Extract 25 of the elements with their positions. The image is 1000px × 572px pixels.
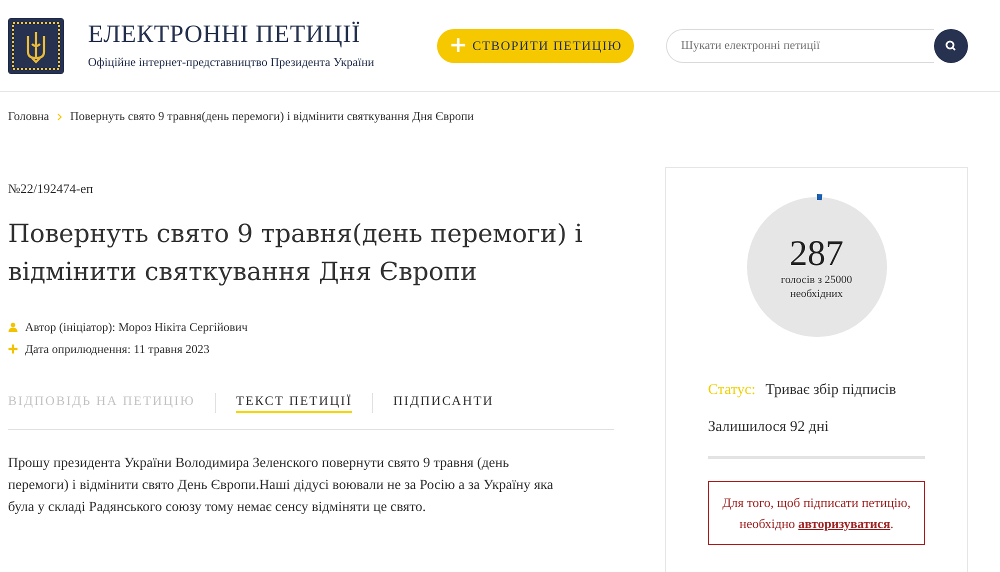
chevron-icon (57, 112, 62, 120)
breadcrumb-current: Повернуть свято 9 травня(день перемоги) і відмінити святкування Дня Європи (70, 109, 474, 124)
vote-caption: голосів з 25000 необхідних (780, 273, 854, 301)
tab[interactable]: ТЕКСТ ПЕТИЦІЇ (236, 393, 352, 413)
remaining-days: Залишилося 92 дні (708, 419, 925, 436)
plus-icon (8, 344, 18, 354)
auth-notice: Для того, щоб підписати петицію, необхідно авторизуватися. (708, 481, 925, 545)
search-icon[interactable] (934, 28, 968, 62)
create-petition-button[interactable]: + СТВОРИТИ ПЕТИЦІЮ (437, 28, 634, 62)
site-subtitle: Офіційне інтернет-представництво Президента України (88, 55, 374, 70)
petition-number: №22/192474-еп (8, 181, 94, 197)
tab[interactable]: ПІДПИСАНТИ (393, 393, 494, 413)
auth-link[interactable]: авторизуватися (798, 516, 890, 531)
search-field[interactable]: Шукати електронні петиції (666, 28, 934, 62)
trident-logo-icon[interactable] (8, 18, 64, 74)
person-icon (8, 322, 18, 332)
petition-text: Прошу президента України Володимира Зеленского повернути свято 9 травня (день перемоги) і відмінити свято День Європи.Наші дідусі воювали не за Росію а за Україну яка була у складі Радянського союзу тому немає сенсу відміняти це свято. (8, 455, 554, 517)
site-title: ЕЛЕКТРОННІ ПЕТИЦІЇ (88, 21, 362, 49)
meta-text: Автор (ініціатор): Мороз Нікіта Сергійович (25, 320, 248, 334)
status-value: Триває збір підписів (766, 382, 896, 399)
status-label: Статус: (708, 382, 756, 399)
meta-text: Дата оприлюднення: 11 травня 2023 (25, 342, 210, 356)
vote-count: 287 (790, 233, 844, 273)
breadcrumb-link[interactable]: Головна (8, 109, 50, 124)
petition-title: Повернуть свято 9 травня(день перемоги) і відмінити святкування Дня Європи (8, 218, 584, 288)
